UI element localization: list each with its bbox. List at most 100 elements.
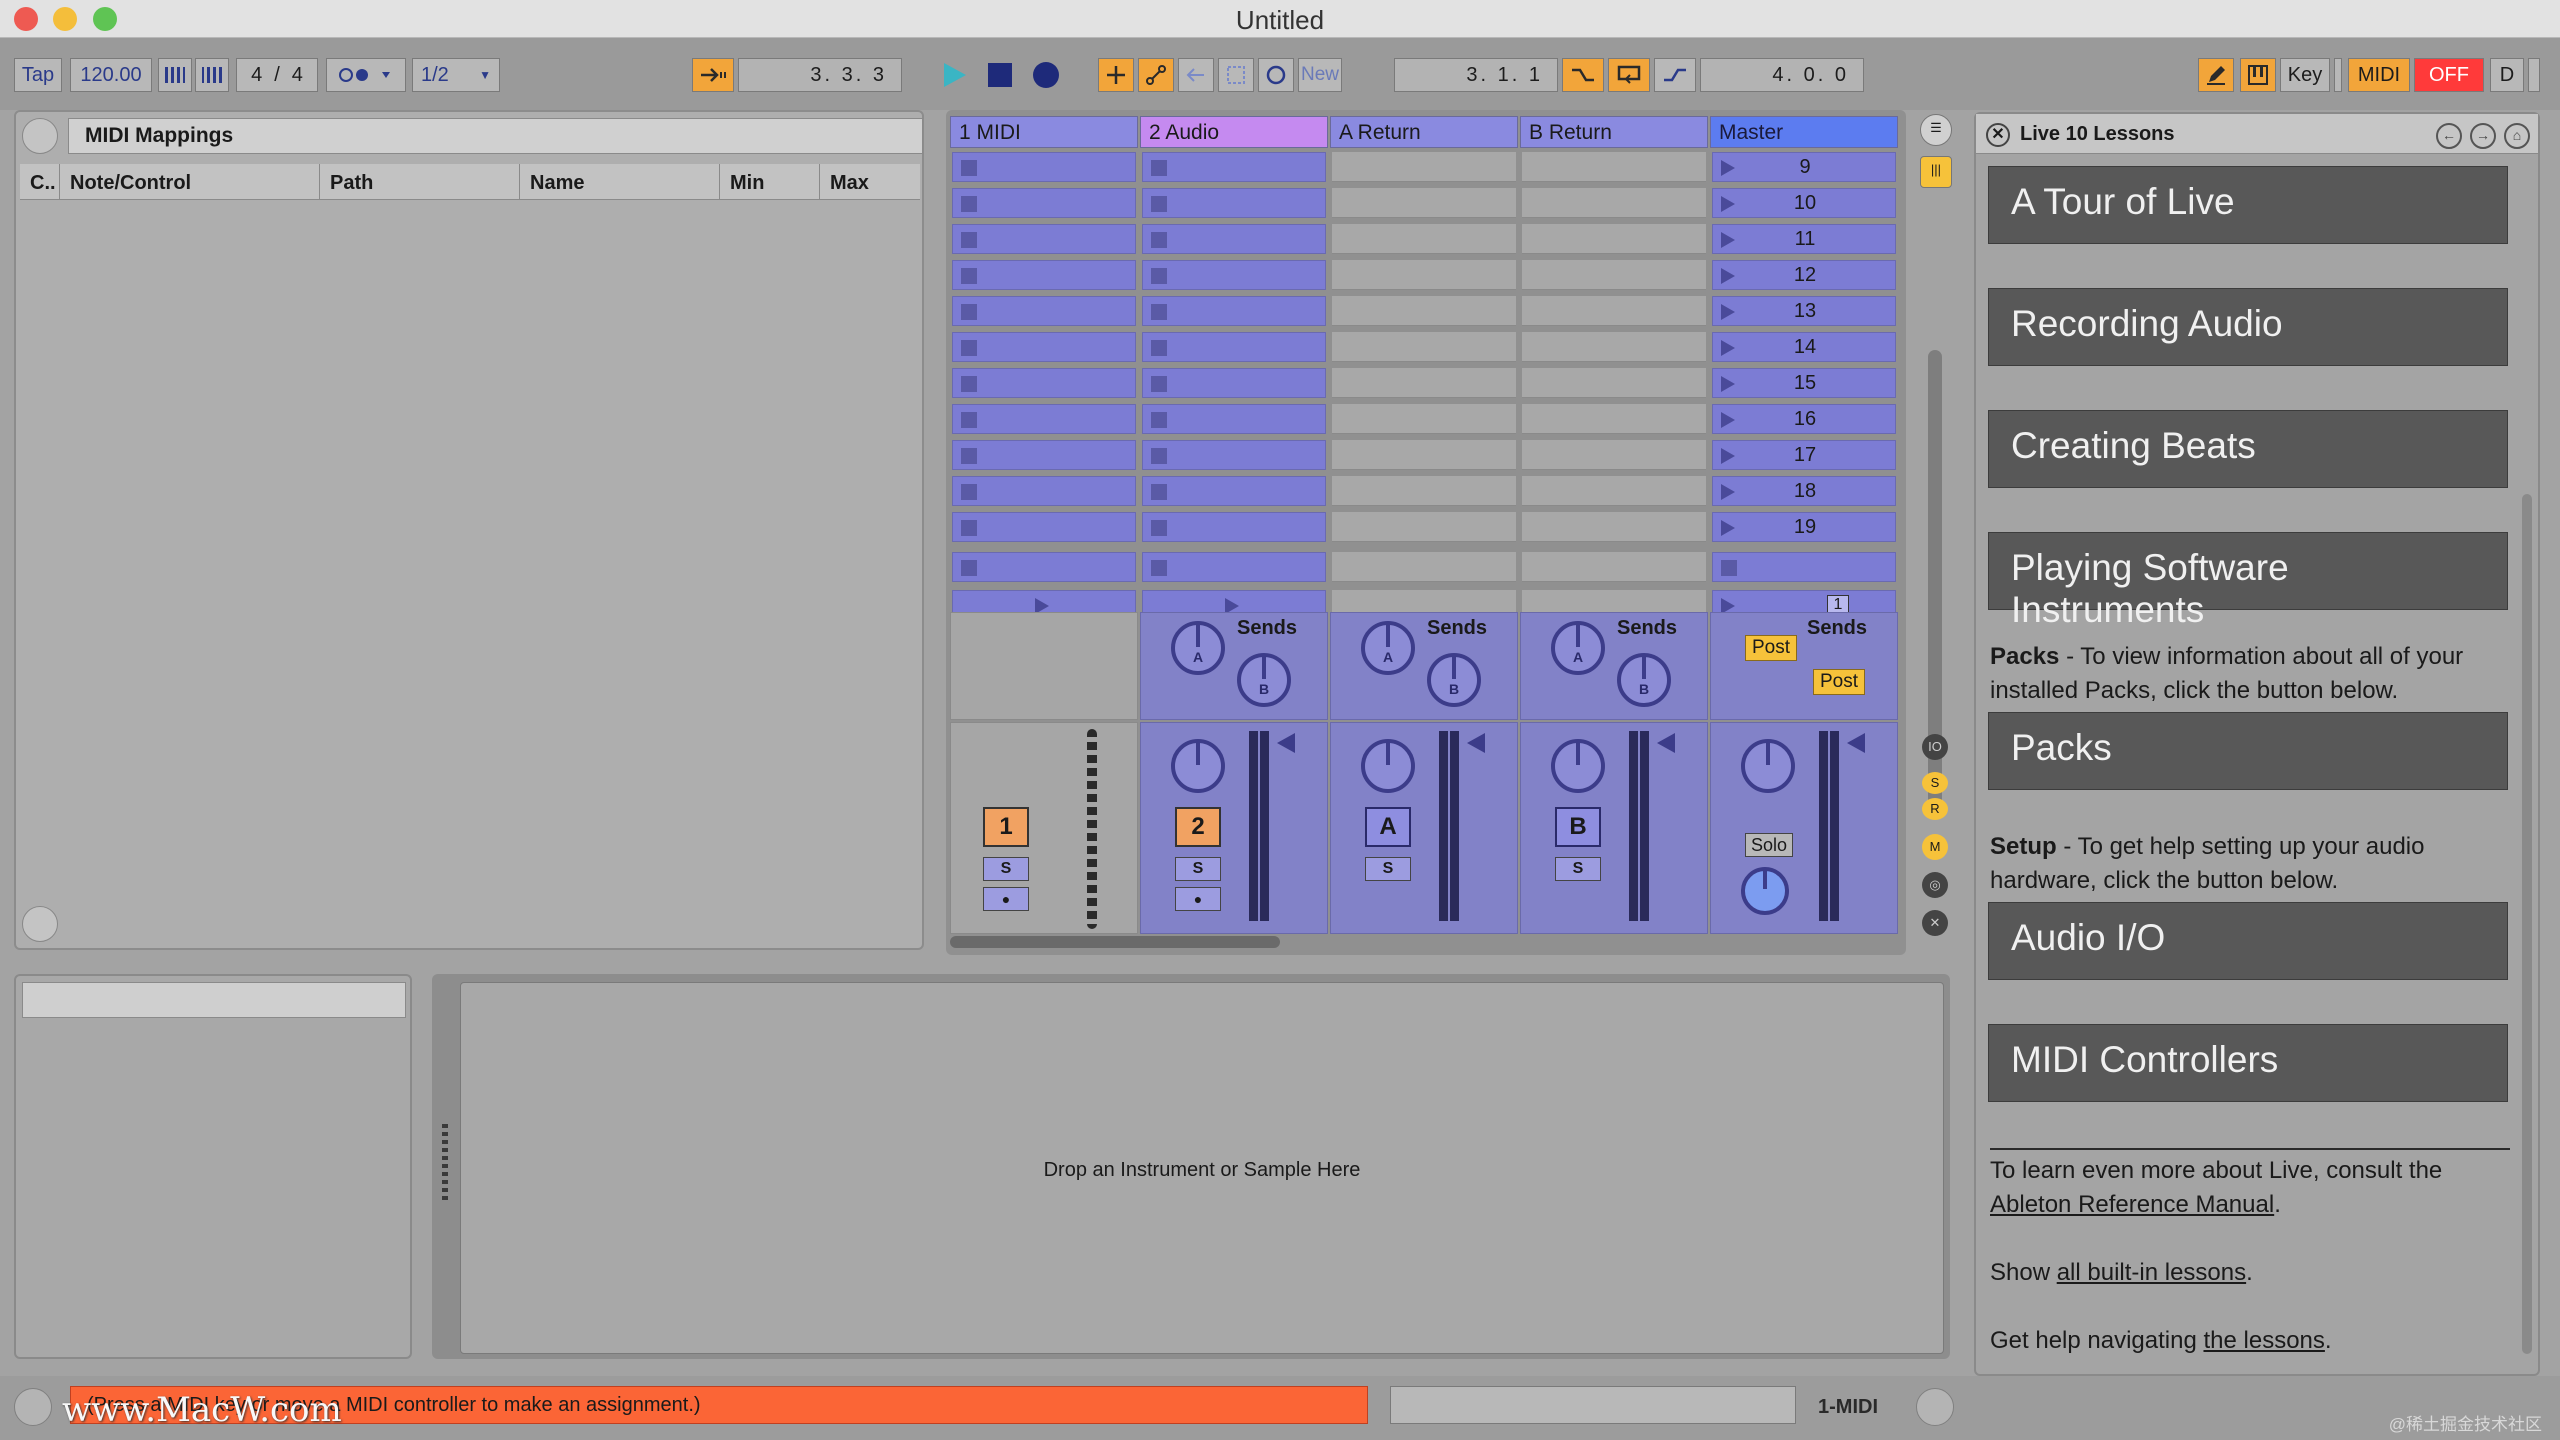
pan-knob[interactable]: [1551, 739, 1605, 793]
scene-launch-slot[interactable]: 18: [1712, 476, 1896, 506]
clip-slot[interactable]: [1332, 404, 1516, 434]
clip-slot[interactable]: [952, 296, 1136, 326]
column-min[interactable]: Min: [720, 164, 820, 199]
mixer-section-toggle-icon[interactable]: M: [1922, 834, 1948, 860]
scene-menu-icon[interactable]: ☰: [1920, 114, 1952, 146]
solo-button[interactable]: S: [1175, 857, 1221, 881]
pan-knob[interactable]: [1741, 739, 1795, 793]
clip-slot[interactable]: [952, 152, 1136, 182]
built-in-lessons-link[interactable]: all built-in lessons: [2057, 1259, 2246, 1286]
device-view-drag-handle[interactable]: [442, 1124, 448, 1204]
pan-knob[interactable]: [1171, 739, 1225, 793]
clip-slot[interactable]: [1522, 368, 1706, 398]
mixer-toggle-icon[interactable]: |||: [1920, 156, 1952, 188]
clip-slot[interactable]: [952, 332, 1136, 362]
track-activator[interactable]: B: [1555, 807, 1601, 847]
scene-launch-slot[interactable]: 16: [1712, 404, 1896, 434]
solo-button[interactable]: S: [983, 857, 1029, 881]
clip-slot[interactable]: [1332, 332, 1516, 362]
scene-launch-slot[interactable]: 10: [1712, 188, 1896, 218]
clip-slot[interactable]: [1332, 260, 1516, 290]
clip-slot[interactable]: [1522, 440, 1706, 470]
arrangement-position-field[interactable]: 3. 3. 3: [738, 58, 902, 92]
lesson-audio-io[interactable]: Audio I/O: [1988, 902, 2508, 980]
send-b-knob[interactable]: B: [1617, 653, 1671, 707]
clip-slot[interactable]: [1142, 512, 1326, 542]
send-b-knob[interactable]: B: [1427, 653, 1481, 707]
stop-all-clips-icon[interactable]: [1151, 560, 1167, 576]
lessons-scrollbar[interactable]: [2522, 494, 2532, 1354]
cue-volume-knob[interactable]: [1741, 867, 1789, 915]
re-enable-automation-icon[interactable]: [1178, 58, 1214, 92]
lesson-tour-of-live[interactable]: A Tour of Live: [1988, 166, 2508, 244]
clip-slot[interactable]: [1332, 296, 1516, 326]
clip-slot[interactable]: [1332, 512, 1516, 542]
lesson-creating-beats[interactable]: Creating Beats: [1988, 410, 2508, 488]
browser-toggle-icon[interactable]: [22, 118, 58, 154]
clip-slot[interactable]: [1522, 152, 1706, 182]
tempo-field[interactable]: 120.00: [70, 58, 152, 92]
clip-slot[interactable]: [952, 440, 1136, 470]
scene-launch-slot[interactable]: 11: [1712, 224, 1896, 254]
clip-slot[interactable]: [952, 512, 1136, 542]
clip-slot[interactable]: [1522, 260, 1706, 290]
punch-in-icon[interactable]: [1562, 58, 1604, 92]
quantization-dropdown[interactable]: 1/2 ▼: [412, 58, 500, 92]
horizontal-scrollbar[interactable]: [950, 936, 1280, 948]
scene-launch-slot[interactable]: 9: [1712, 152, 1896, 182]
close-lessons-icon[interactable]: ✕: [1986, 123, 2010, 147]
record-icon[interactable]: [1028, 58, 1064, 92]
stop-clips-row[interactable]: [1712, 552, 1896, 582]
track-title[interactable]: Master: [1710, 116, 1898, 148]
loop-start-field[interactable]: 3. 1. 1: [1394, 58, 1558, 92]
track-title[interactable]: 1 MIDI: [950, 116, 1138, 148]
clip-slot[interactable]: [1142, 332, 1326, 362]
tap-tempo-button[interactable]: Tap: [14, 58, 62, 92]
capture-midi-icon[interactable]: [1218, 58, 1254, 92]
clip-slot[interactable]: [952, 260, 1136, 290]
track-title[interactable]: 2 Audio: [1140, 116, 1328, 148]
clip-slot[interactable]: [1142, 296, 1326, 326]
overdub-plus-icon[interactable]: [1098, 58, 1134, 92]
scene-launch-slot[interactable]: 19: [1712, 512, 1896, 542]
scene-launch-slot[interactable]: 14: [1712, 332, 1896, 362]
lesson-forward-icon[interactable]: →: [2470, 123, 2496, 149]
clip-slot[interactable]: [952, 476, 1136, 506]
column-path[interactable]: Path: [320, 164, 520, 199]
stop-clips-row[interactable]: [952, 552, 1136, 582]
post-b-toggle[interactable]: Post: [1813, 669, 1866, 695]
reference-manual-link[interactable]: Ableton Reference Manual: [1990, 1191, 2274, 1218]
volume-fader-handle[interactable]: [1657, 733, 1675, 753]
lesson-recording-audio[interactable]: Recording Audio: [1988, 288, 2508, 366]
clip-slot[interactable]: [1332, 476, 1516, 506]
tempo-nudge-down-icon[interactable]: [158, 58, 192, 92]
new-button[interactable]: New: [1298, 58, 1342, 92]
scene-launch-slot[interactable]: 17: [1712, 440, 1896, 470]
stop-all-clips-icon[interactable]: [961, 560, 977, 576]
midi-map-mode-button[interactable]: MIDI: [2348, 58, 2410, 92]
volume-fader-handle[interactable]: [1467, 733, 1485, 753]
pan-knob[interactable]: [1361, 739, 1415, 793]
clip-slot[interactable]: [1142, 440, 1326, 470]
volume-fader-handle[interactable]: [1847, 733, 1865, 753]
session-record-icon[interactable]: [1258, 58, 1294, 92]
crossfader-toggle-icon[interactable]: ✕: [1922, 910, 1948, 936]
send-a-knob[interactable]: A: [1171, 621, 1225, 675]
stop-clips-row[interactable]: [1522, 552, 1706, 582]
post-a-toggle[interactable]: Post: [1745, 635, 1798, 661]
lesson-playing-software-instruments[interactable]: Playing Software Instruments: [1988, 532, 2508, 630]
play-icon[interactable]: [936, 58, 972, 92]
clip-slot[interactable]: [1522, 224, 1706, 254]
punch-out-icon[interactable]: [1654, 58, 1696, 92]
metronome-button[interactable]: [326, 58, 406, 92]
clip-slot[interactable]: [1142, 368, 1326, 398]
arm-button[interactable]: ●: [983, 887, 1029, 911]
clip-slot[interactable]: [952, 224, 1136, 254]
volume-fader-handle[interactable]: [1277, 733, 1295, 753]
clip-slot[interactable]: [952, 404, 1136, 434]
column-name[interactable]: Name: [520, 164, 720, 199]
clip-slot[interactable]: [1522, 188, 1706, 218]
solo-button[interactable]: S: [1365, 857, 1411, 881]
follow-arrangement-icon[interactable]: [692, 58, 734, 92]
column-max[interactable]: Max: [820, 164, 920, 199]
